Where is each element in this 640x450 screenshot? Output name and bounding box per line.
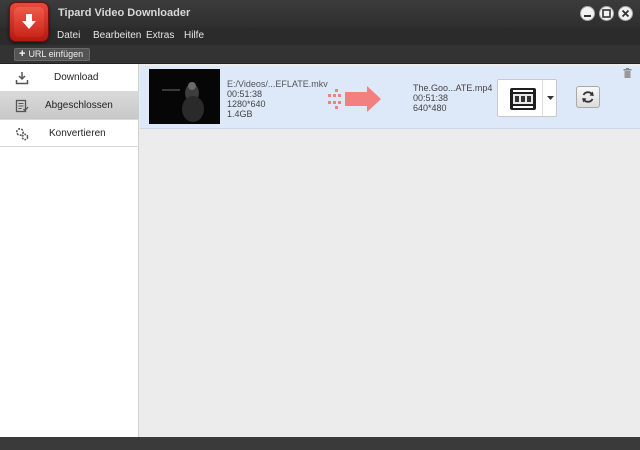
film-format-icon: [510, 88, 536, 110]
format-dropdown-toggle[interactable]: [542, 80, 557, 116]
target-info: The.Goo...ATE.mp4 00:51:38 640*480: [413, 83, 492, 113]
maximize-button[interactable]: [599, 6, 614, 21]
menu-hilfe[interactable]: Hilfe: [184, 30, 204, 41]
close-button[interactable]: [618, 6, 633, 21]
toolbar: + URL einfügen: [0, 45, 640, 64]
sidebar-item-convert[interactable]: Konvertieren: [0, 120, 139, 147]
app-logo: [9, 2, 49, 42]
convert-button[interactable]: [576, 86, 600, 108]
source-size: 1.4GB: [227, 109, 253, 119]
refresh-icon: [582, 91, 594, 103]
paste-url-button[interactable]: + URL einfügen: [14, 48, 91, 61]
chevron-down-icon: [546, 95, 554, 100]
task-row[interactable]: E:/Videos/...EFLATE.mkv 00:51:38 1280*64…: [140, 66, 640, 129]
minimize-icon: [584, 15, 591, 17]
output-format-selector[interactable]: [497, 79, 557, 117]
video-thumbnail: [149, 69, 220, 124]
sidebar-item-label: Abgeschlossen: [45, 100, 113, 111]
download-arrow-icon: [14, 7, 44, 37]
download-icon: [15, 72, 29, 85]
plus-icon: +: [19, 48, 26, 60]
source-resolution: 1280*640: [227, 99, 266, 109]
sidebar-item-download[interactable]: Download: [0, 64, 139, 92]
convert-arrow-icon: [328, 86, 381, 112]
source-filename: E:/Videos/...EFLATE.mkv: [227, 79, 328, 89]
menu-bar: Datei Bearbeiten Extras Hilfe: [0, 28, 640, 45]
trash-icon[interactable]: [623, 68, 632, 78]
minimize-button[interactable]: [580, 6, 595, 21]
maximize-icon: [602, 9, 611, 18]
target-filename: The.Goo...ATE.mp4: [413, 83, 493, 93]
main-panel: E:/Videos/...EFLATE.mkv 00:51:38 1280*64…: [140, 64, 640, 437]
paste-url-label: URL einfügen: [28, 49, 84, 59]
status-bar: [0, 437, 640, 450]
title-bar: Tipard Video Downloader: [0, 0, 640, 28]
target-resolution: 640*480: [413, 103, 447, 113]
completed-list-icon: [15, 99, 29, 113]
source-info: E:/Videos/...EFLATE.mkv 00:51:38 1280*64…: [227, 79, 328, 119]
convert-gear-icon: [15, 127, 29, 141]
menu-extras[interactable]: Extras: [146, 30, 174, 41]
sidebar-item-completed[interactable]: Abgeschlossen: [0, 92, 139, 120]
sidebar: Download Abgeschlossen Konvertieren: [0, 64, 139, 437]
close-icon: [621, 9, 630, 18]
sidebar-item-label: Download: [54, 72, 99, 83]
target-duration: 00:51:38: [413, 93, 449, 103]
window-title: Tipard Video Downloader: [58, 7, 191, 19]
menu-bearbeiten[interactable]: Bearbeiten: [93, 30, 141, 41]
source-duration: 00:51:38: [227, 89, 263, 99]
sidebar-item-label: Konvertieren: [49, 128, 106, 139]
menu-datei[interactable]: Datei: [57, 30, 80, 41]
